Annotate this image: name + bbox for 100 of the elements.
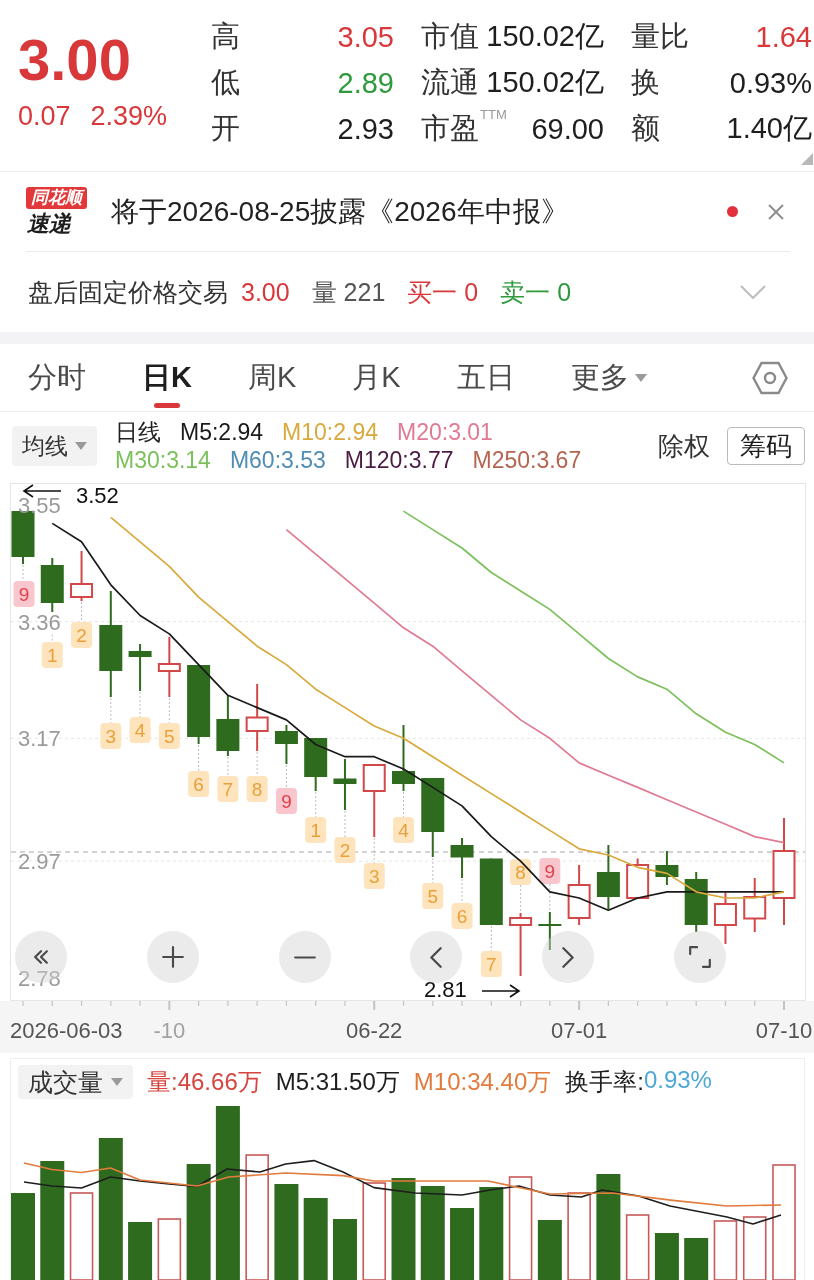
leader-line [227,756,229,777]
sequence-count-badge: 8 [510,859,532,885]
sequence-count-badge: 3 [100,723,122,749]
volume-value: 量:46.66万 [147,1067,262,1097]
zoom-in-button[interactable] [147,931,199,983]
adjust-label: 除权 [658,429,710,463]
trade-value: 3.00 [241,277,290,307]
stat-label: 市值 [421,19,479,54]
stat-value: 1.64 [755,20,812,54]
period-tab[interactable]: 周K [247,344,297,411]
zoom-out-button[interactable] [279,931,331,983]
date-axis-label: -10 [153,1018,186,1043]
period-tab[interactable]: 五日 [456,344,515,411]
stat-value: 2.89 [337,66,394,100]
moving-average-value: M10:2.94 [282,418,378,446]
arrow [22,484,62,498]
trade-title: 盘后固定价格交易 [28,276,228,308]
date-axis-label: 06-22 [346,1018,403,1043]
stat-label: 换 [631,65,660,100]
leader-line [168,697,170,724]
leader-line [256,751,258,777]
stat-label: 流通 [421,65,479,100]
sequence-count-badge: 2 [71,622,93,648]
minus-icon [294,955,316,959]
stat-label: 量比 [631,19,689,54]
percent-change: 2.39% [90,100,168,132]
stat-label: 市盈$^{TTM}$ [421,109,507,146]
sequence-count-badge: 6 [451,903,473,929]
next-button[interactable] [542,931,594,983]
close-icon [768,203,784,220]
period-tab[interactable]: 分时 [28,344,86,411]
leader-line [461,878,463,904]
period-tab[interactable]: 更多 [570,344,647,411]
brand-caption: 速递 [27,210,71,237]
stat-value: 1.40亿 [726,111,812,146]
leader-line [344,810,346,838]
period-label: 日线 [115,418,161,446]
stat-value: 150.02亿 [486,65,604,100]
moving-average-value: M20:3.01 [397,418,493,446]
caret-icon [75,442,87,450]
stat-value: 150.02亿 [486,19,604,54]
turnover-label: 换手率: [565,1067,644,1097]
leader-line [549,883,551,912]
sequence-count-badge: 1 [305,817,327,843]
brand-badge: 同花顺 [26,186,87,209]
sequence-count-badge: 4 [129,717,151,743]
price-change: 0.07 [18,100,71,132]
caret-icon [111,1078,123,1086]
turnover-value: 0.93% [643,1066,712,1095]
leader-line [198,744,200,772]
chevron-down-icon [740,285,766,299]
arrow [481,984,521,998]
corner-triangle-icon [801,153,813,165]
sequence-count-badge: 4 [393,817,414,843]
indicator-selector[interactable]: 成交量 [18,1065,133,1099]
leader-line [81,601,83,623]
fullscreen-button[interactable] [674,931,726,983]
stat-value: 2.93 [337,112,394,146]
previous-button[interactable] [410,931,462,983]
moving-average-value: M30:3.14 [115,446,211,474]
period-tab[interactable]: 日K [142,344,192,411]
period-tab[interactable]: 月K [352,344,401,411]
leader-line [315,791,317,818]
close-button[interactable] [768,203,784,220]
leader-line [139,691,141,718]
moving-average-value: M120:3.77 [344,446,454,474]
plus-icon [162,946,184,968]
stat-label: 高 [211,19,240,54]
leader-line [22,564,24,582]
chips-button[interactable]: 筹码 [727,427,805,465]
leader-line [51,634,53,643]
stat-value: 69.00 [531,112,604,146]
moving-average-value: M60:3.53 [229,446,326,474]
leader-line [403,791,404,818]
leader-line [490,925,492,952]
indicator-selector[interactable]: 均线 [12,426,97,466]
leader-line [432,857,434,884]
stat-value: 3.05 [337,20,394,54]
sequence-count-badge: 2 [334,837,356,863]
leader-line [110,697,112,724]
moving-average-value: M5:2.94 [180,418,264,446]
price-axis-label: 2.97 [18,849,61,875]
price-axis-label: 3.17 [18,726,61,752]
stat-label: 开 [211,111,240,146]
moving-average-value: M250:3.67 [472,446,582,474]
leader-line [373,837,375,864]
chevron-left-icon [430,946,442,968]
leader-line [520,884,522,913]
settings-button[interactable] [752,360,788,395]
date-axis-label: 07-10 [755,1018,813,1043]
date-axis-label: 07-01 [550,1018,608,1043]
sequence-count-badge: 5 [422,883,444,909]
last-price: 3.00 [18,27,131,93]
price-axis-label: 2.78 [18,965,61,991]
trade-value: 卖一 0 [500,276,572,308]
sequence-count-badge: 8 [246,776,268,802]
fullscreen-icon [689,946,711,968]
notice-text: 将于2026-08-25披露《2026年中报》 [111,194,570,229]
leader-line [285,764,287,789]
start-date-label: 2026-06-03 [10,1018,123,1043]
